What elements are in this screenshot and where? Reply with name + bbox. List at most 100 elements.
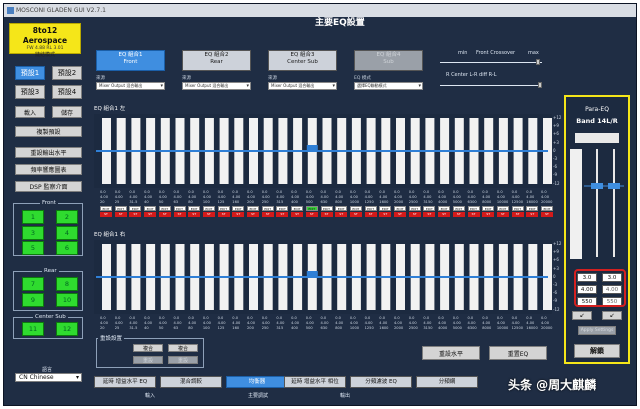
band-stereo-link-button[interactable]: ST xyxy=(158,212,171,217)
eq-group-2-tab[interactable]: EQ 組合2 Rear xyxy=(182,50,251,71)
band-stereo-link-button[interactable]: ST xyxy=(144,212,157,217)
band-edit-button[interactable]: EDIT xyxy=(482,206,495,211)
band-edit-button[interactable]: EDIT xyxy=(173,206,186,211)
eq-group-3-tab[interactable]: EQ 組合3 Center Sub xyxy=(268,50,337,71)
band-edit-button[interactable]: EDIT xyxy=(158,206,171,211)
load-button[interactable]: 載入 xyxy=(15,106,45,118)
band-stereo-link-button[interactable]: ST xyxy=(349,212,362,217)
band-edit-button[interactable]: EDIT xyxy=(496,206,509,211)
channel-5-button[interactable]: 5 xyxy=(22,241,44,255)
eq-group-1-tab[interactable]: EQ 組合1 Front xyxy=(96,50,165,71)
band-edit-button[interactable]: EDIT xyxy=(100,206,112,211)
band-stereo-link-button[interactable]: ST xyxy=(408,212,421,217)
band-stereo-link-button[interactable]: ST xyxy=(188,212,201,217)
preset-2-button[interactable]: 預設2 xyxy=(52,66,82,80)
band-stereo-link-button[interactable]: ST xyxy=(423,212,436,217)
band-edit-button[interactable]: EDIT xyxy=(217,206,230,211)
preset-3-button[interactable]: 預設3 xyxy=(15,85,45,99)
band-edit-button[interactable]: EDIT xyxy=(232,206,245,211)
reset-level-button[interactable]: 重設水平 xyxy=(422,346,480,360)
band-stereo-link-button[interactable]: ST xyxy=(482,212,495,217)
para-eq-left-arrow[interactable]: ↙ xyxy=(572,311,592,320)
channel-2-button[interactable]: 2 xyxy=(56,210,78,224)
band-stereo-link-button[interactable]: ST xyxy=(541,212,553,217)
band-edit-button[interactable]: EDIT xyxy=(261,206,274,211)
preset-1-button[interactable]: 預設1 xyxy=(15,66,45,80)
eq-band-handle-raised[interactable] xyxy=(306,271,318,276)
unlock-button[interactable]: 解鎖 xyxy=(574,344,620,358)
band-edit-button[interactable]: EDIT xyxy=(349,206,362,211)
para-eq-top-controls[interactable] xyxy=(575,133,619,143)
channel-12-button[interactable]: 12 xyxy=(56,322,78,336)
band-stereo-link-button[interactable]: ST xyxy=(217,212,230,217)
band-edit-button[interactable]: EDIT xyxy=(335,206,348,211)
band-edit-button[interactable]: EDIT xyxy=(467,206,480,211)
band-stereo-link-button[interactable]: ST xyxy=(394,212,406,217)
source-3-select[interactable]: Mixer Output 混合輸出 xyxy=(268,82,337,90)
band-edit-button[interactable]: EDIT xyxy=(144,206,157,211)
channel-3-button[interactable]: 3 xyxy=(22,226,44,240)
band-edit-button[interactable]: EDIT xyxy=(320,206,333,211)
band-stereo-link-button[interactable]: ST xyxy=(202,212,215,217)
nav-input-delay-gain-eq[interactable]: 延時 增益水平 EQ xyxy=(94,376,156,388)
band-edit-button[interactable]: EDIT xyxy=(202,206,215,211)
eq-right-sliders[interactable] xyxy=(94,240,552,314)
eq-left-sliders[interactable] xyxy=(94,114,552,188)
band-stereo-link-button[interactable]: ST xyxy=(452,212,465,217)
preset-4-button[interactable]: 預設4 xyxy=(52,85,82,99)
band-edit-button[interactable]: EDIT xyxy=(394,206,406,211)
band-stereo-link-button[interactable]: ST xyxy=(379,212,392,217)
band-stereo-link-button[interactable]: ST xyxy=(305,212,318,217)
nav-crossover-eq[interactable]: 分頻濾波 EQ xyxy=(350,376,412,388)
para-eq-apply-button[interactable]: Apply Settings xyxy=(578,326,616,335)
band-edit-button[interactable]: EDIT xyxy=(379,206,392,211)
save-button[interactable]: 儲存 xyxy=(52,106,82,118)
nav-mixer[interactable]: 混合調較 xyxy=(160,376,222,388)
channel-7-button[interactable]: 7 xyxy=(22,277,44,291)
para-eq-right-arrow[interactable]: ↙ xyxy=(602,311,622,320)
band-edit-button[interactable]: EDIT xyxy=(247,206,259,211)
band-stereo-link-button[interactable]: ST xyxy=(335,212,348,217)
band-edit-button[interactable]: EDIT xyxy=(364,206,377,211)
band-stereo-link-button[interactable]: ST xyxy=(511,212,524,217)
band-edit-button[interactable]: EDIT xyxy=(305,206,318,211)
combine-button-2[interactable]: 複合 xyxy=(168,344,198,352)
band-stereo-link-button[interactable]: ST xyxy=(526,212,539,217)
source-1-select[interactable]: Mixer Output 混合輸出 xyxy=(96,82,165,90)
band-edit-button[interactable]: EDIT xyxy=(438,206,451,211)
nav-output-delay-gain-phase[interactable]: 延時 增益水平 相位 xyxy=(284,376,346,388)
channel-11-button[interactable]: 11 xyxy=(22,322,44,336)
crossover-slider-track[interactable] xyxy=(440,62,542,63)
band-stereo-link-button[interactable]: ST xyxy=(247,212,259,217)
nav-equalizer[interactable]: 均衡器 xyxy=(226,376,288,388)
band-stereo-link-button[interactable]: ST xyxy=(173,212,186,217)
copy-preset-button[interactable]: 複製預設 xyxy=(15,126,82,137)
band-edit-button[interactable]: EDIT xyxy=(541,206,553,211)
frequency-response-button[interactable]: 頻率響應圖表 xyxy=(15,164,82,175)
band-stereo-link-button[interactable]: ST xyxy=(232,212,245,217)
source-2-select[interactable]: Mixer Output 混合輸出 xyxy=(182,82,251,90)
combine-button-1[interactable]: 複合 xyxy=(133,344,163,352)
band-stereo-link-button[interactable]: ST xyxy=(129,212,142,217)
band-edit-button[interactable]: EDIT xyxy=(526,206,539,211)
band-stereo-link-button[interactable]: ST xyxy=(261,212,274,217)
dsp-monitor-button[interactable]: DSP 監察介面 xyxy=(15,181,82,192)
channel-10-button[interactable]: 10 xyxy=(56,293,78,307)
band-stereo-link-button[interactable]: ST xyxy=(276,212,289,217)
band-edit-button[interactable]: EDIT xyxy=(276,206,289,211)
center-diff-slider-handle[interactable] xyxy=(538,82,542,88)
channel-6-button[interactable]: 6 xyxy=(56,241,78,255)
band-edit-button[interactable]: EDIT xyxy=(291,206,304,211)
band-stereo-link-button[interactable]: ST xyxy=(291,212,304,217)
band-stereo-link-button[interactable]: ST xyxy=(100,212,112,217)
band-stereo-link-button[interactable]: ST xyxy=(364,212,377,217)
band-stereo-link-button[interactable]: ST xyxy=(467,212,480,217)
band-edit-button[interactable]: EDIT xyxy=(423,206,436,211)
reset-button-1[interactable]: 重設 xyxy=(133,356,163,364)
language-select[interactable]: CN Chinese ▾ xyxy=(15,373,82,382)
eq-group-4-tab[interactable]: EQ 組合4 Sub xyxy=(354,50,423,71)
band-stereo-link-button[interactable]: ST xyxy=(496,212,509,217)
channel-8-button[interactable]: 8 xyxy=(56,277,78,291)
band-stereo-link-button[interactable]: ST xyxy=(114,212,127,217)
band-edit-button[interactable]: EDIT xyxy=(511,206,524,211)
